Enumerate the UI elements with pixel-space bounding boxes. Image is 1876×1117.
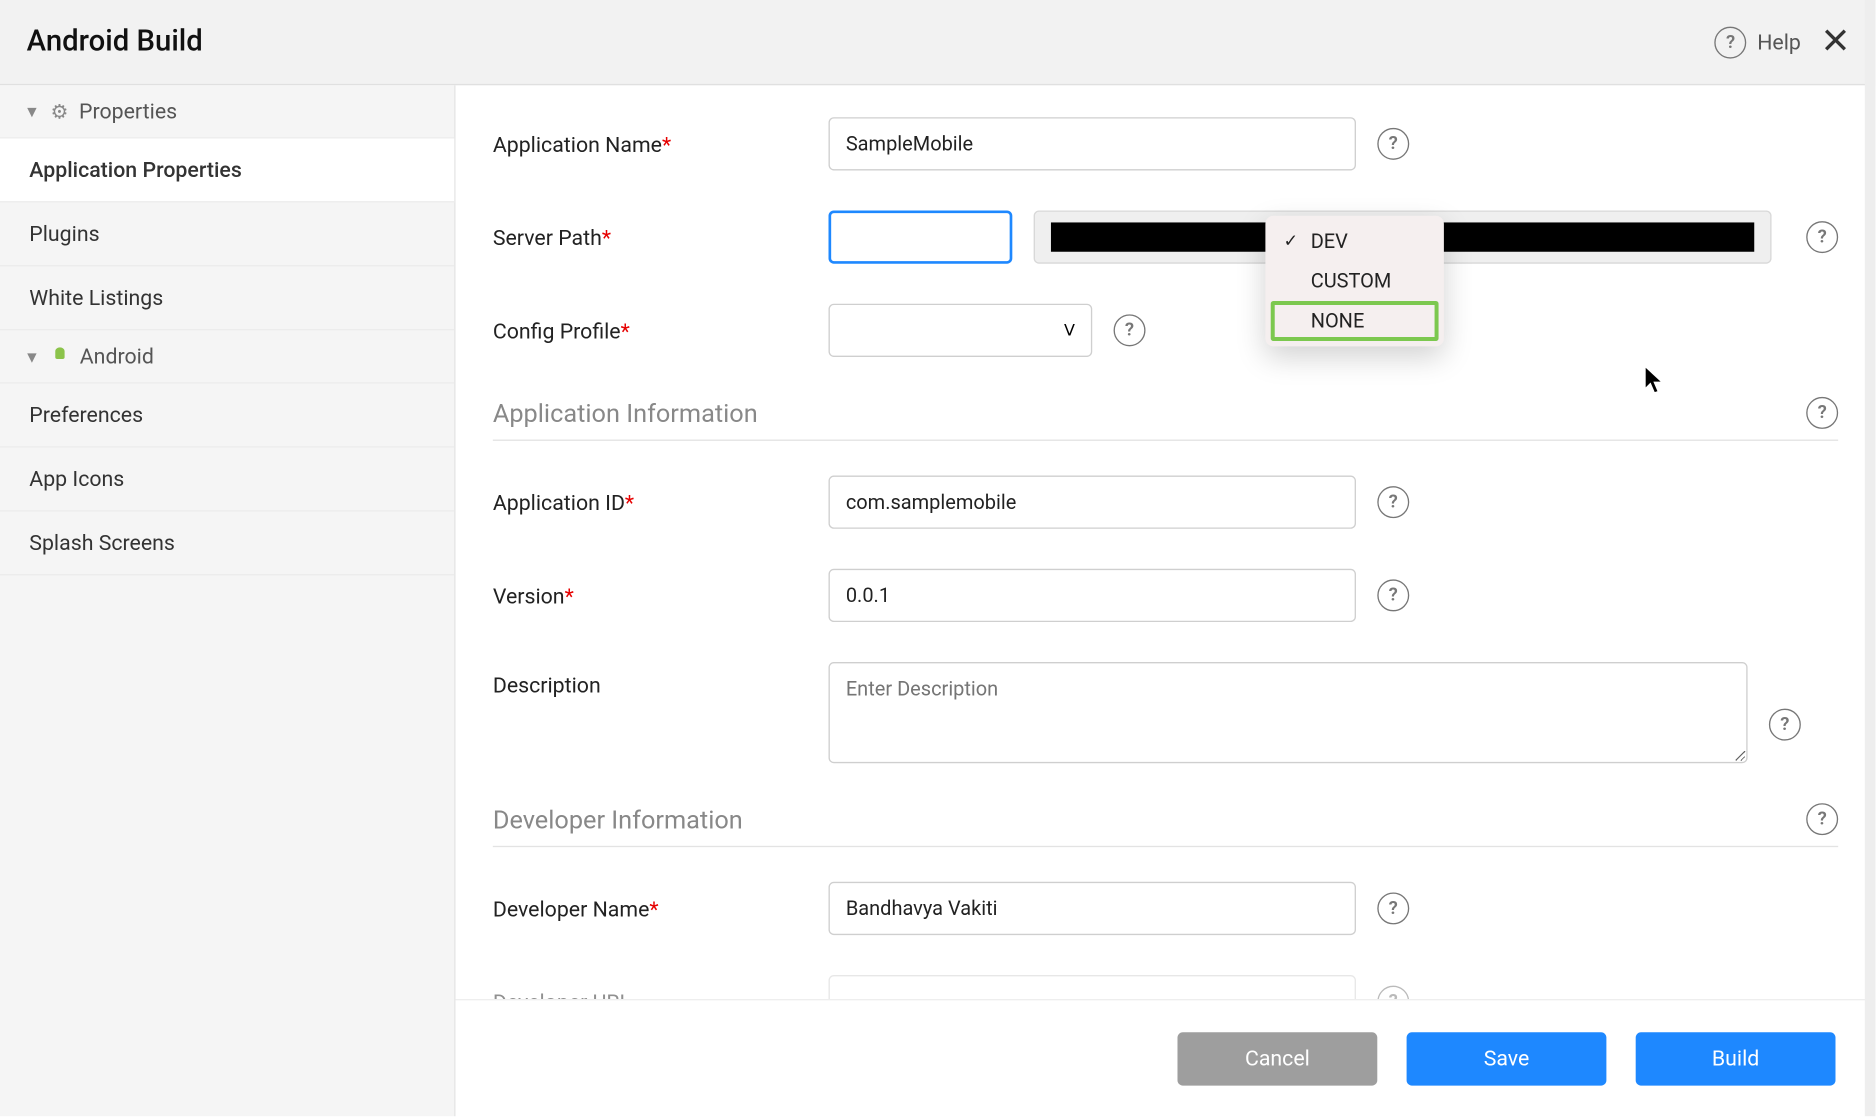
help-icon: ? — [1715, 26, 1747, 58]
dialog-footer: Cancel Save Build — [456, 999, 1876, 1116]
dropdown-option-none[interactable]: NONE — [1271, 301, 1439, 341]
cancel-button[interactable]: Cancel — [1177, 1032, 1377, 1085]
label-application-name: Application Name* — [493, 131, 829, 156]
help-icon[interactable]: ? — [1377, 486, 1409, 518]
sidebar-section-android[interactable]: ▼ Android — [0, 330, 454, 383]
dropdown-option-custom[interactable]: CUSTOM — [1271, 261, 1439, 301]
build-button[interactable]: Build — [1636, 1032, 1836, 1085]
config-profile-select[interactable]: ᐯ — [829, 304, 1093, 357]
sidebar-section-properties[interactable]: ▼ ⚙ Properties — [0, 85, 454, 138]
sidebar-item-preferences[interactable]: Preferences — [0, 384, 454, 448]
sidebar-item-application-properties[interactable]: Application Properties — [0, 139, 454, 203]
help-icon[interactable]: ? — [1114, 314, 1146, 346]
chevron-down-icon: ᐯ — [1064, 321, 1075, 340]
sidebar-section-label: Android — [80, 344, 154, 369]
help-icon[interactable]: ? — [1806, 221, 1838, 253]
label-config-profile: Config Profile* — [493, 318, 829, 343]
description-textarea[interactable] — [829, 662, 1748, 763]
label-version: Version* — [493, 583, 829, 608]
help-icon[interactable]: ? — [1377, 986, 1409, 999]
application-name-input[interactable] — [829, 117, 1356, 170]
help-icon[interactable]: ? — [1769, 709, 1801, 741]
label-developer-url: Developer URL — [493, 989, 829, 999]
version-input[interactable] — [829, 569, 1356, 622]
help-icon[interactable]: ? — [1806, 397, 1838, 429]
server-path-select[interactable] — [829, 210, 1013, 263]
section-developer-information: Developer Information — [493, 804, 743, 835]
main-form: Application Name* ? Server Path* ? Confi… — [456, 85, 1876, 999]
label-server-path: Server Path* — [493, 224, 829, 249]
caret-down-icon: ▼ — [24, 347, 40, 366]
sidebar-item-plugins[interactable]: Plugins — [0, 202, 454, 266]
gear-icon: ⚙ — [50, 99, 68, 123]
close-icon — [1822, 26, 1849, 53]
developer-name-input[interactable] — [829, 882, 1356, 935]
scrollbar[interactable] — [1865, 0, 1876, 1116]
section-application-information: Application Information — [493, 398, 758, 429]
dropdown-option-dev[interactable]: ✓ DEV — [1271, 221, 1439, 261]
help-button[interactable]: ? Help — [1715, 26, 1801, 58]
caret-down-icon: ▼ — [24, 102, 40, 121]
help-icon[interactable]: ? — [1377, 579, 1409, 611]
dialog-title: Android Build — [27, 25, 203, 58]
help-label: Help — [1757, 29, 1801, 54]
mouse-cursor — [1644, 365, 1668, 397]
sidebar-item-white-listings[interactable]: White Listings — [0, 266, 454, 330]
label-description: Description — [493, 662, 829, 698]
sidebar-item-splash-screens[interactable]: Splash Screens — [0, 511, 454, 575]
save-button[interactable]: Save — [1407, 1032, 1607, 1085]
help-icon[interactable]: ? — [1377, 892, 1409, 924]
sidebar: ▼ ⚙ Properties Application Properties Pl… — [0, 85, 456, 1116]
dialog-header: Android Build ? Help — [0, 0, 1875, 85]
close-button[interactable] — [1822, 26, 1849, 58]
label-developer-name: Developer Name* — [493, 896, 829, 921]
application-id-input[interactable] — [829, 476, 1356, 529]
check-icon: ✓ — [1281, 231, 1300, 251]
label-application-id: Application ID* — [493, 490, 829, 515]
help-icon[interactable]: ? — [1377, 128, 1409, 160]
sidebar-item-app-icons[interactable]: App Icons — [0, 448, 454, 512]
help-icon[interactable]: ? — [1806, 803, 1838, 835]
server-path-dropdown: ✓ DEV CUSTOM NONE — [1265, 216, 1443, 347]
sidebar-section-label: Properties — [79, 99, 177, 124]
android-icon — [50, 344, 69, 368]
developer-url-input[interactable] — [829, 975, 1356, 999]
